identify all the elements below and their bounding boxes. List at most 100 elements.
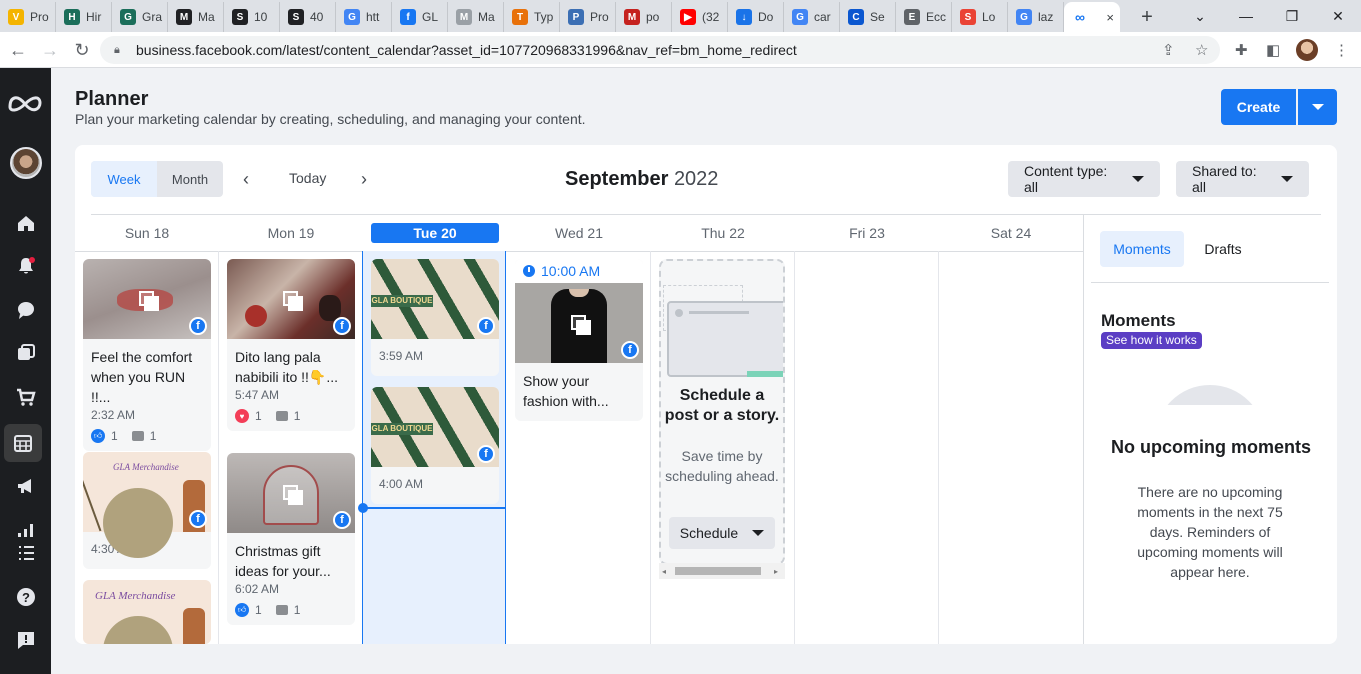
browser-tab-label: Ma — [478, 10, 495, 24]
meta-logo-icon[interactable] — [7, 92, 43, 114]
browser-tab[interactable]: Glaz — [1008, 2, 1064, 32]
address-bar[interactable]: 🔒︎ business.facebook.com/latest/content_… — [100, 36, 1220, 64]
post-time: 3:59 AM — [379, 349, 424, 363]
next-week-icon[interactable]: › — [361, 169, 367, 190]
post-card[interactable]: f Feel the comfort when you RUN !!... 2:… — [83, 259, 211, 451]
schedule-button-label: Schedule — [679, 525, 739, 541]
create-dropdown-button[interactable] — [1298, 89, 1337, 125]
shared-to-filter[interactable]: Shared to: all — [1176, 161, 1309, 197]
post-time: 6:02 AM — [235, 582, 280, 596]
tab-drafts[interactable]: Drafts — [1192, 231, 1254, 267]
content-type-filter[interactable]: Content type: all — [1008, 161, 1160, 197]
browser-tab[interactable]: E Ecc — [896, 2, 952, 32]
inbox-icon[interactable] — [0, 290, 51, 330]
browser-tab[interactable]: Gcar — [784, 2, 840, 32]
scroll-left-icon[interactable]: ◂ — [662, 567, 666, 576]
empty-moments-title: No upcoming moments — [1111, 437, 1312, 457]
scroll-right-icon[interactable]: ▸ — [774, 567, 778, 576]
post-thumbnail: f — [227, 259, 355, 339]
browser-tab[interactable]: ▶ (32 — [672, 2, 728, 32]
browser-tab[interactable]: f GL — [392, 2, 448, 32]
browser-tab[interactable]: Ghtt — [336, 2, 392, 32]
browser-tab[interactable]: H Hir — [56, 2, 112, 32]
tab-moments[interactable]: Moments — [1100, 231, 1184, 267]
favicon-icon: G — [792, 9, 808, 25]
planner-icon[interactable] — [4, 424, 42, 462]
close-window-icon[interactable]: ✕ — [1315, 0, 1361, 32]
browser-tab[interactable]: Mpo — [616, 2, 672, 32]
help-icon[interactable]: ? — [0, 577, 51, 617]
post-card[interactable]: GLA BOUTIQUE f 4:00 AM — [371, 387, 499, 504]
browser-tab[interactable]: V Pro — [0, 2, 56, 32]
browser-tab[interactable]: M Ma — [448, 2, 504, 32]
post-thumbnail: GLA Merchandise f — [83, 452, 211, 558]
column-divider — [794, 251, 795, 644]
scheduled-post-card[interactable]: 10:00 AM f Show your fashion with... — [515, 259, 643, 421]
brand-label: GLA BOUTIQUE — [371, 423, 433, 435]
post-card[interactable]: GLA Merchandise f 4:30 AM — [83, 452, 211, 569]
love-reaction-icon: ♥ — [235, 409, 249, 423]
restore-icon[interactable]: ❐ — [1269, 0, 1315, 32]
browser-tab[interactable]: G Gra — [112, 2, 168, 32]
favicon-icon: H — [64, 9, 80, 25]
browser-menu-icon[interactable]: ⋮ — [1334, 41, 1349, 59]
tab-search-icon[interactable]: ⌄ — [1177, 0, 1223, 32]
browser-tab[interactable]: S 40 — [280, 2, 336, 32]
browser-tab[interactable]: ↓ Do — [728, 2, 784, 32]
post-card[interactable]: GLA BOUTIQUE f 3:59 AM — [371, 259, 499, 376]
post-card[interactable]: f Dito lang pala nabibili ito !!👇... 5:4… — [227, 259, 355, 431]
home-icon[interactable] — [0, 203, 51, 243]
moments-heading: Moments — [1101, 311, 1176, 330]
favicon-icon: S — [960, 9, 976, 25]
reload-icon[interactable]: ↻ — [70, 38, 94, 62]
multiple-photos-icon — [571, 315, 591, 335]
minimize-icon[interactable]: — — [1223, 0, 1269, 32]
scrollbar-thumb[interactable] — [675, 567, 761, 575]
share-icon[interactable]: ⇪ — [1162, 41, 1175, 59]
profile-avatar[interactable] — [1296, 39, 1318, 61]
bookmark-star-icon[interactable]: ☆ — [1195, 41, 1208, 59]
favicon-icon: ▶ — [680, 9, 696, 25]
notifications-icon[interactable] — [0, 246, 51, 286]
post-card[interactable]: f Christmas gift ideas for your... 6:02 … — [227, 453, 355, 625]
comment-count: 1 — [149, 429, 157, 443]
lock-icon: 🔒︎ — [114, 44, 120, 56]
content-icon[interactable] — [0, 333, 51, 373]
extensions-icon[interactable]: ✚ — [1235, 41, 1248, 59]
all-tools-icon[interactable] — [0, 533, 51, 573]
browser-tab[interactable]: P Pro — [560, 2, 616, 32]
browser-tab-active[interactable]: ∞ × — [1064, 2, 1120, 32]
browser-tabstrip: V Pro H Hir G Gra M Ma S 10 S 40 Ghtt f GL M Ma T Typ P Pro M… — [0, 0, 1361, 32]
post-card[interactable]: GLA Merchandise — [83, 580, 211, 644]
close-tab-icon[interactable]: × — [1106, 10, 1114, 25]
new-tab-button[interactable]: + — [1132, 2, 1162, 32]
post-time: 2:32 AM — [91, 408, 136, 422]
column-divider — [218, 251, 219, 644]
today-button[interactable]: Today — [289, 170, 326, 186]
current-time-dot — [358, 503, 368, 513]
browser-tab[interactable]: T Typ — [504, 2, 560, 32]
browser-tab[interactable]: M Ma — [168, 2, 224, 32]
side-panel-icon[interactable]: ◧ — [1266, 41, 1280, 59]
browser-tab-label: laz — [1038, 10, 1054, 24]
post-stats: 👍︎ 1 1 — [83, 423, 211, 451]
month-view-tab[interactable]: Month — [157, 161, 223, 197]
account-avatar[interactable] — [0, 143, 51, 183]
chevron-down-icon — [1281, 176, 1293, 182]
commerce-icon[interactable] — [0, 377, 51, 417]
browser-tab[interactable]: S Lo — [952, 2, 1008, 32]
feedback-icon[interactable] — [0, 620, 51, 660]
brand-label: GLA Merchandise — [113, 462, 179, 472]
post-stats: 👍︎ 1 1 — [227, 597, 355, 625]
ads-megaphone-icon[interactable] — [0, 466, 51, 506]
browser-tab[interactable]: C Se — [840, 2, 896, 32]
schedule-button[interactable]: Schedule — [669, 517, 775, 549]
week-view-tab[interactable]: Week — [91, 161, 157, 197]
browser-tab[interactable]: S 10 — [224, 2, 280, 32]
see-how-it-works-link[interactable]: See how it works — [1101, 332, 1202, 349]
horizontal-scrollbar[interactable]: ◂ ▸ — [659, 563, 785, 579]
back-icon[interactable]: ← — [6, 38, 30, 62]
create-button[interactable]: Create — [1221, 89, 1296, 125]
previous-week-icon[interactable]: ‹ — [243, 169, 249, 190]
forward-icon[interactable]: → — [38, 38, 62, 62]
